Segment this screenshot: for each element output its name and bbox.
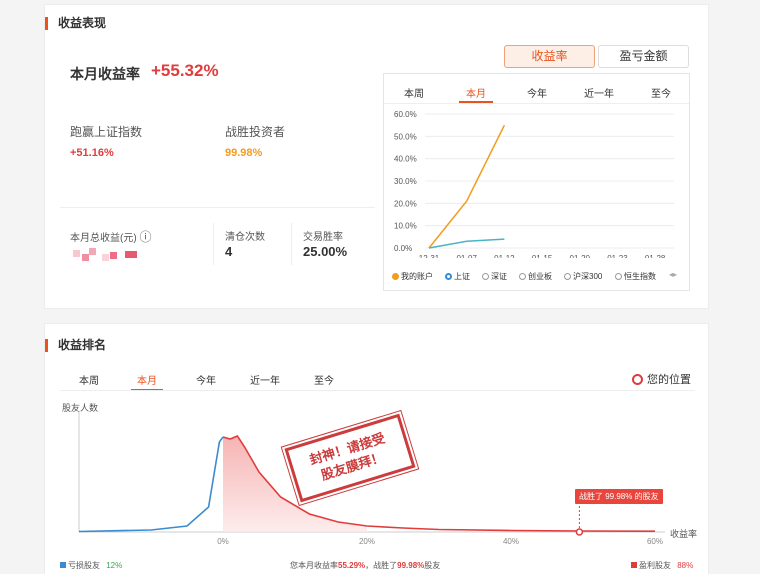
total-profit-label: 本月总收益(元) ⓘ	[70, 228, 151, 245]
position-marker	[575, 528, 584, 536]
x-tick-label: 01-20	[570, 254, 591, 258]
divider	[384, 103, 689, 104]
profit-value: 88%	[677, 561, 694, 570]
beat-index-label: 跑赢上证指数	[70, 125, 143, 139]
clear-count-value: 4	[225, 244, 233, 259]
series-line-1	[428, 238, 505, 249]
series-line-0	[428, 124, 506, 249]
win-rate-value: 25.00%	[303, 244, 348, 259]
radio-icon	[482, 273, 489, 280]
tab-year[interactable]: 今年	[527, 85, 547, 100]
y-tick-label: 30.0%	[394, 177, 417, 186]
red-square-icon	[631, 562, 637, 568]
y-tick-label: 60.0%	[394, 110, 417, 119]
x-tick-label: 20%	[359, 537, 375, 546]
legend-hang-seng[interactable]: 恒生指数	[615, 271, 656, 282]
x-tick-label: 01-28	[645, 254, 666, 258]
legend-my-account[interactable]: 我的账户	[392, 271, 433, 282]
tab-all[interactable]: 至今	[651, 85, 671, 100]
legend-csi300[interactable]: 沪深300	[564, 271, 602, 282]
ranking-card: 收益排名 本周 本月 今年 近一年 至今 您的位置 股友人数 收益率 0% 20%…	[44, 323, 709, 574]
x-tick-label: 01-07	[456, 254, 477, 258]
loss-curve	[78, 436, 224, 533]
y-tick-label: 40.0%	[394, 155, 417, 164]
toggle-amount-button[interactable]: 盈亏金额	[598, 45, 689, 68]
beat-investors-label: 战胜投资者	[225, 125, 286, 139]
month-rate-label: 本月收益率	[70, 66, 140, 82]
tab-last-year[interactable]: 近一年	[584, 85, 614, 100]
perf-line-chart: 60.0% 50.0% 40.0% 30.0% 20.0% 10.0% 0.0% 12-31 0…	[394, 110, 674, 258]
tab-week[interactable]: 本周	[404, 85, 424, 100]
beat-investors-value: 99.98%	[225, 147, 263, 159]
info-icon[interactable]: ⓘ	[139, 230, 151, 244]
legend-chinext[interactable]: 创业板	[519, 271, 552, 282]
divider	[60, 207, 375, 208]
performance-card: 收益表现 本月收益率 +55.32% 跑赢上证指数 +51.16% 战胜投资者 …	[44, 4, 709, 309]
total-profit-text: 本月总收益(元)	[70, 233, 137, 244]
legend-shanghai[interactable]: 上证	[445, 271, 470, 282]
month-rate-value: +55.32%	[151, 61, 219, 80]
y-tick-label: 0.0%	[394, 244, 412, 253]
rank-summary: 您本月收益率55.29%，战胜了99.98%股友	[290, 561, 441, 570]
radio-selected-icon	[445, 273, 452, 280]
legend-scroll-icon[interactable]: ◂▸	[669, 270, 677, 279]
y-tick-label: 10.0%	[394, 222, 417, 231]
y-tick-label: 50.0%	[394, 132, 417, 141]
beat-index-value: +51.16%	[70, 147, 114, 159]
loss-legend: 亏损股友 12%	[60, 560, 122, 571]
x-tick-label: 01-15	[532, 254, 553, 258]
toggle-rate-button[interactable]: 收益率	[504, 45, 595, 68]
x-tick-label: 12-31	[419, 254, 440, 258]
position-tooltip: 战胜了 99.98% 的股友	[575, 489, 663, 504]
x-tick-label: 01-12	[494, 254, 515, 258]
x-tick-label: 0%	[217, 537, 229, 546]
x-tick-label: 60%	[647, 537, 663, 546]
divider	[291, 223, 292, 265]
orange-dot-icon	[392, 273, 399, 280]
x-tick-label: 01-23	[607, 254, 628, 258]
radio-icon	[519, 273, 526, 280]
performance-title: 收益表现	[45, 17, 106, 30]
clear-count-label: 清仓次数	[225, 232, 265, 243]
radio-icon	[615, 273, 622, 280]
total-profit-masked-value	[73, 248, 143, 261]
blue-square-icon	[60, 562, 66, 568]
tab-month[interactable]: 本月	[466, 85, 486, 100]
radio-icon	[564, 273, 571, 280]
win-rate-label: 交易胜率	[303, 232, 343, 243]
y-tick-label: 20.0%	[394, 199, 417, 208]
perf-chart-panel: 本周 本月 今年 近一年 至今 60.0% 50.0% 40.0% 30.0% 20.0…	[383, 73, 690, 291]
legend-shenzhen[interactable]: 深证	[482, 271, 507, 282]
profit-legend: 盈利股友 88%	[631, 560, 693, 571]
divider	[213, 223, 214, 265]
x-tick-label: 40%	[503, 537, 519, 546]
loss-value: 12%	[106, 561, 123, 570]
